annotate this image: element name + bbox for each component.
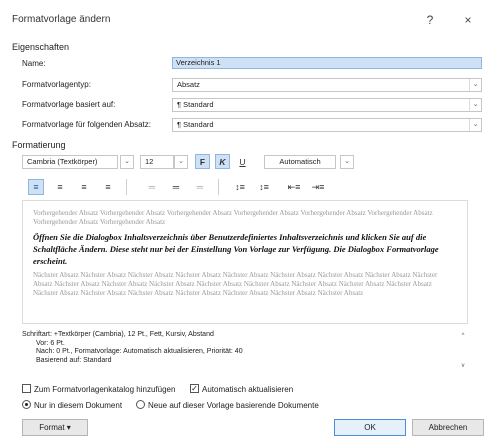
window-title: Formatvorlage ändern [12, 14, 111, 25]
style-type-select[interactable]: Absatz ⌄ [172, 78, 482, 92]
toolbar-divider [218, 179, 219, 195]
increase-indent-icon[interactable]: ⇥≡ [310, 179, 326, 195]
name-input[interactable]: Verzeichnis 1 [172, 57, 482, 69]
description-line: Nach: 0 Pt., Formatvorlage: Automatisch … [36, 348, 243, 355]
properties-heading: Eigenschaften [12, 42, 70, 52]
bold-button[interactable]: F [195, 154, 210, 169]
chevron-down-icon: ⌄ [178, 158, 184, 165]
align-center-button[interactable]: ≡ [52, 179, 68, 195]
double-spacing-button[interactable]: ═ [192, 179, 208, 195]
only-this-document-radio[interactable] [22, 400, 31, 409]
cancel-button[interactable]: Abbrechen [412, 419, 484, 436]
font-dropdown-button[interactable]: ⌄ [120, 155, 134, 169]
add-to-gallery-label: Zum Formatvorlagenkatalog hinzufügen [34, 385, 176, 394]
next-style-label: Formatvorlage für folgenden Absatz: [22, 120, 151, 129]
toolbar-divider [126, 179, 127, 195]
name-label: Name: [22, 59, 46, 68]
chevron-down-icon: ⌄ [469, 79, 481, 91]
size-dropdown-button[interactable]: ⌄ [174, 155, 188, 169]
chevron-down-icon: ⌄ [124, 158, 130, 165]
align-right-button[interactable]: ≡ [76, 179, 92, 195]
description-line: Vor: 6 Pt. [36, 339, 65, 347]
color-dropdown-button[interactable]: ⌄ [340, 155, 354, 169]
paragraph-spacing-icon[interactable]: ↕≡ [256, 179, 272, 195]
chevron-down-icon: ⌄ [344, 158, 350, 165]
color-value: Automatisch [279, 157, 321, 166]
format-menu-button[interactable]: Format ▾ [22, 419, 88, 436]
description-line: Basierend auf: Standard [36, 356, 112, 364]
style-description: Schriftart: +Textkörper (Cambria), 12 Pt… [22, 331, 468, 378]
line-spacing-increase-icon[interactable]: ↕≡ [232, 179, 248, 195]
auto-update-label: Automatisch aktualisieren [202, 385, 294, 394]
new-documents-label: Neue auf dieser Vorlage basierende Dokum… [148, 401, 319, 410]
style-preview: Vorhergehender Absatz Vorhergehender Abs… [22, 200, 468, 324]
next-style-select[interactable]: ¶ Standard ⌄ [172, 118, 482, 132]
description-line: Schriftart: +Textkörper (Cambria), 12 Pt… [22, 331, 214, 338]
italic-button[interactable]: K [215, 154, 230, 169]
align-justify-button[interactable]: ≡ [100, 179, 116, 195]
onehalf-spacing-button[interactable]: ═ [168, 179, 184, 195]
underline-button[interactable]: U [235, 154, 250, 169]
size-select[interactable]: 12 [140, 155, 174, 169]
font-value: Cambria (Textkörper) [27, 157, 98, 166]
auto-update-checkbox[interactable]: ✓ [190, 384, 199, 393]
size-value: 12 [145, 157, 154, 166]
single-spacing-button[interactable]: ═ [144, 179, 160, 195]
scroll-down-icon[interactable]: v [458, 363, 468, 369]
chevron-down-icon: ⌄ [469, 99, 481, 111]
align-left-button[interactable]: ≡ [28, 179, 44, 195]
next-paragraph-text: Nächster Absatz Nächster Absatz Nächster… [33, 271, 438, 297]
ok-button[interactable]: OK [334, 419, 406, 436]
based-on-select[interactable]: ¶ Standard ⌄ [172, 98, 482, 112]
style-type-value: Absatz [177, 80, 200, 89]
help-button[interactable]: ? [420, 10, 440, 30]
formatting-heading: Formatierung [12, 140, 66, 150]
new-documents-radio[interactable] [136, 400, 145, 409]
add-to-gallery-checkbox[interactable] [22, 384, 31, 393]
next-style-value: ¶ Standard [177, 120, 214, 129]
scroll-up-icon[interactable]: ^ [458, 333, 468, 339]
decrease-indent-icon[interactable]: ⇤≡ [286, 179, 302, 195]
chevron-down-icon: ⌄ [469, 119, 481, 131]
based-on-label: Formatvorlage basiert auf: [22, 100, 116, 109]
style-type-label: Formatvorlagentyp: [22, 80, 91, 89]
based-on-value: ¶ Standard [177, 100, 214, 109]
current-paragraph-text: Öffnen Sie die Dialogbox Inhaltsverzeich… [33, 232, 439, 266]
previous-paragraph-text: Vorhergehender Absatz Vorhergehender Abs… [33, 209, 433, 226]
close-button[interactable]: × [458, 10, 478, 30]
font-select[interactable]: Cambria (Textkörper) [22, 155, 118, 169]
color-select[interactable]: Automatisch [264, 155, 336, 169]
only-this-document-label: Nur in diesem Dokument [34, 401, 123, 410]
description-scrollbar[interactable]: ^ v [458, 331, 468, 378]
